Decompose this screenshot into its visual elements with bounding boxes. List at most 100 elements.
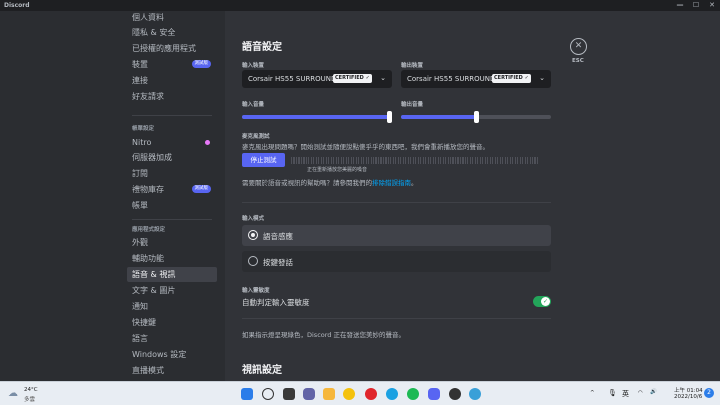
radio-voice-activity[interactable]: 語音感應: [242, 225, 551, 246]
file-explorer-icon[interactable]: [323, 388, 335, 400]
sidebar-item-subscriptions[interactable]: 訂閱: [127, 166, 217, 181]
sidebar-item-profile[interactable]: 個人資料: [127, 11, 217, 25]
output-volume-handle[interactable]: [473, 111, 479, 123]
sidebar-item-authorized-apps[interactable]: 已授權的應用程式: [127, 41, 217, 56]
app-icon[interactable]: [449, 388, 461, 400]
notification-badge[interactable]: 2: [704, 388, 714, 398]
meter-bar: [459, 157, 462, 164]
input-volume-handle[interactable]: [387, 111, 392, 123]
meter-bar: [482, 157, 484, 164]
sidebar-item-appearance[interactable]: 外觀: [127, 235, 217, 250]
weather-temp[interactable]: 24°C: [24, 387, 38, 393]
spotify-icon[interactable]: [407, 388, 419, 400]
microphone-icon[interactable]: 🎙: [608, 389, 617, 397]
maximize-button[interactable]: ☐: [688, 0, 704, 11]
ime-indicator[interactable]: 英: [622, 389, 629, 399]
close-icon[interactable]: ✕: [570, 38, 587, 55]
title-bar: Discord — ☐ ✕: [0, 0, 720, 11]
sidebar-item-devices[interactable]: 裝置 測試版: [127, 57, 217, 72]
meter-bar: [474, 157, 476, 164]
minimize-button[interactable]: —: [672, 0, 688, 11]
sidebar-item-nitro[interactable]: Nitro: [127, 135, 217, 150]
chrome-icon[interactable]: [343, 388, 355, 400]
sidebar-item-voice-video[interactable]: 語音 & 視訊: [127, 267, 217, 282]
search-icon[interactable]: [262, 388, 274, 400]
wifi-icon[interactable]: ◠: [638, 390, 643, 396]
meter-bar: [422, 157, 424, 164]
meter-bar: [531, 157, 534, 164]
chevron-up-icon[interactable]: ^: [590, 390, 595, 396]
meter-bar: [469, 157, 471, 164]
output-device-select[interactable]: Corsair HS55 SURROUND CERTIFIED ✓ ⌄: [401, 70, 551, 88]
playback-note: 正在重新播放您美麗的嗓音: [307, 167, 368, 173]
sidebar-item-accessibility[interactable]: 輔助功能: [127, 251, 217, 266]
sidebar-item-gift-inventory[interactable]: 禮物庫存 測試版: [127, 182, 217, 197]
meter-bar: [494, 157, 496, 164]
meter-bar: [430, 157, 432, 164]
output-volume-slider[interactable]: [401, 111, 551, 123]
troubleshooting-link[interactable]: 排除錯誤指南: [372, 179, 411, 187]
task-view-icon[interactable]: [283, 388, 295, 400]
clock-time[interactable]: 上午 01:04: [674, 386, 703, 394]
meter-bar: [492, 157, 494, 164]
beta-badge: 測試版: [191, 185, 211, 193]
check-icon: ✓: [524, 75, 529, 81]
meter-bar: [385, 157, 387, 164]
meter-bar: [504, 157, 506, 164]
sidebar-item-privacy[interactable]: 隱私 & 安全: [127, 25, 217, 40]
meter-bar: [300, 157, 303, 164]
sidebar-item-connections[interactable]: 連接: [127, 73, 217, 88]
sidebar-item-streamer-mode[interactable]: 直播模式: [127, 363, 217, 378]
meter-bar: [484, 157, 486, 164]
auto-sensitivity-toggle[interactable]: ✓: [533, 296, 551, 307]
check-icon: ✓: [365, 75, 370, 81]
sensitivity-note: 如果指示燈呈現綠色，Discord 正在發送您美妙的聲音。: [242, 331, 405, 339]
discord-icon[interactable]: [428, 388, 440, 400]
sidebar-item-windows-settings[interactable]: Windows 設定: [127, 347, 217, 362]
input-volume-slider[interactable]: [242, 111, 392, 123]
meter-bar: [320, 157, 322, 164]
sidebar-item-language[interactable]: 語言: [127, 331, 217, 346]
meter-bar: [318, 157, 320, 164]
output-device-label: 輸出裝置: [401, 63, 424, 69]
section-divider: [242, 202, 551, 203]
sidebar-item-keybinds[interactable]: 快捷鍵: [127, 315, 217, 330]
opera-icon[interactable]: [365, 388, 377, 400]
sidebar-item-text-images[interactable]: 文字 & 圖片: [127, 283, 217, 298]
meter-bar: [293, 157, 295, 164]
meter-bar: [450, 157, 452, 164]
radio-push-to-talk[interactable]: 按鍵發話: [242, 251, 551, 272]
close-window-button[interactable]: ✕: [704, 0, 720, 11]
meter-bar: [360, 157, 362, 164]
sidebar-item-notifications[interactable]: 通知: [127, 299, 217, 314]
meter-bar: [417, 157, 419, 164]
input-device-select[interactable]: Corsair HS55 SURROUND CERTIFIED ✓ ⌄: [242, 70, 392, 88]
meter-bar: [519, 157, 521, 164]
clock-date[interactable]: 2022/10/6: [674, 394, 702, 400]
meter-bar: [390, 157, 392, 164]
meter-bar: [415, 157, 417, 164]
meter-bar: [308, 157, 310, 164]
meter-bar: [372, 157, 375, 164]
meter-bar: [348, 157, 350, 164]
meter-bar: [355, 157, 357, 164]
sidebar-item-server-boost[interactable]: 伺服器加成: [127, 150, 217, 165]
stop-test-button[interactable]: 停止測試: [242, 153, 285, 167]
meter-bar: [395, 157, 397, 164]
sidebar-item-billing[interactable]: 帳單: [127, 198, 217, 213]
voice-settings-panel: 語音設定 輸入裝置 輸出裝置 Corsair HS55 SURROUND CER…: [225, 11, 720, 381]
volume-icon[interactable]: 🔊: [650, 389, 657, 395]
meter-bar: [382, 157, 385, 164]
chat-icon[interactable]: [303, 388, 315, 400]
cloud-icon: ☁: [8, 388, 18, 399]
sidebar-item-friend-requests[interactable]: 好友請求: [127, 89, 217, 104]
windows-start-icon[interactable]: [241, 388, 253, 400]
meter-bar: [487, 157, 489, 164]
meter-bar: [350, 157, 352, 164]
app-icon[interactable]: [469, 388, 481, 400]
sidebar-divider: [132, 219, 212, 220]
meter-bar: [467, 157, 469, 164]
meter-bar: [442, 157, 444, 164]
edge-icon[interactable]: [386, 388, 398, 400]
sidebar-divider: [132, 115, 212, 116]
